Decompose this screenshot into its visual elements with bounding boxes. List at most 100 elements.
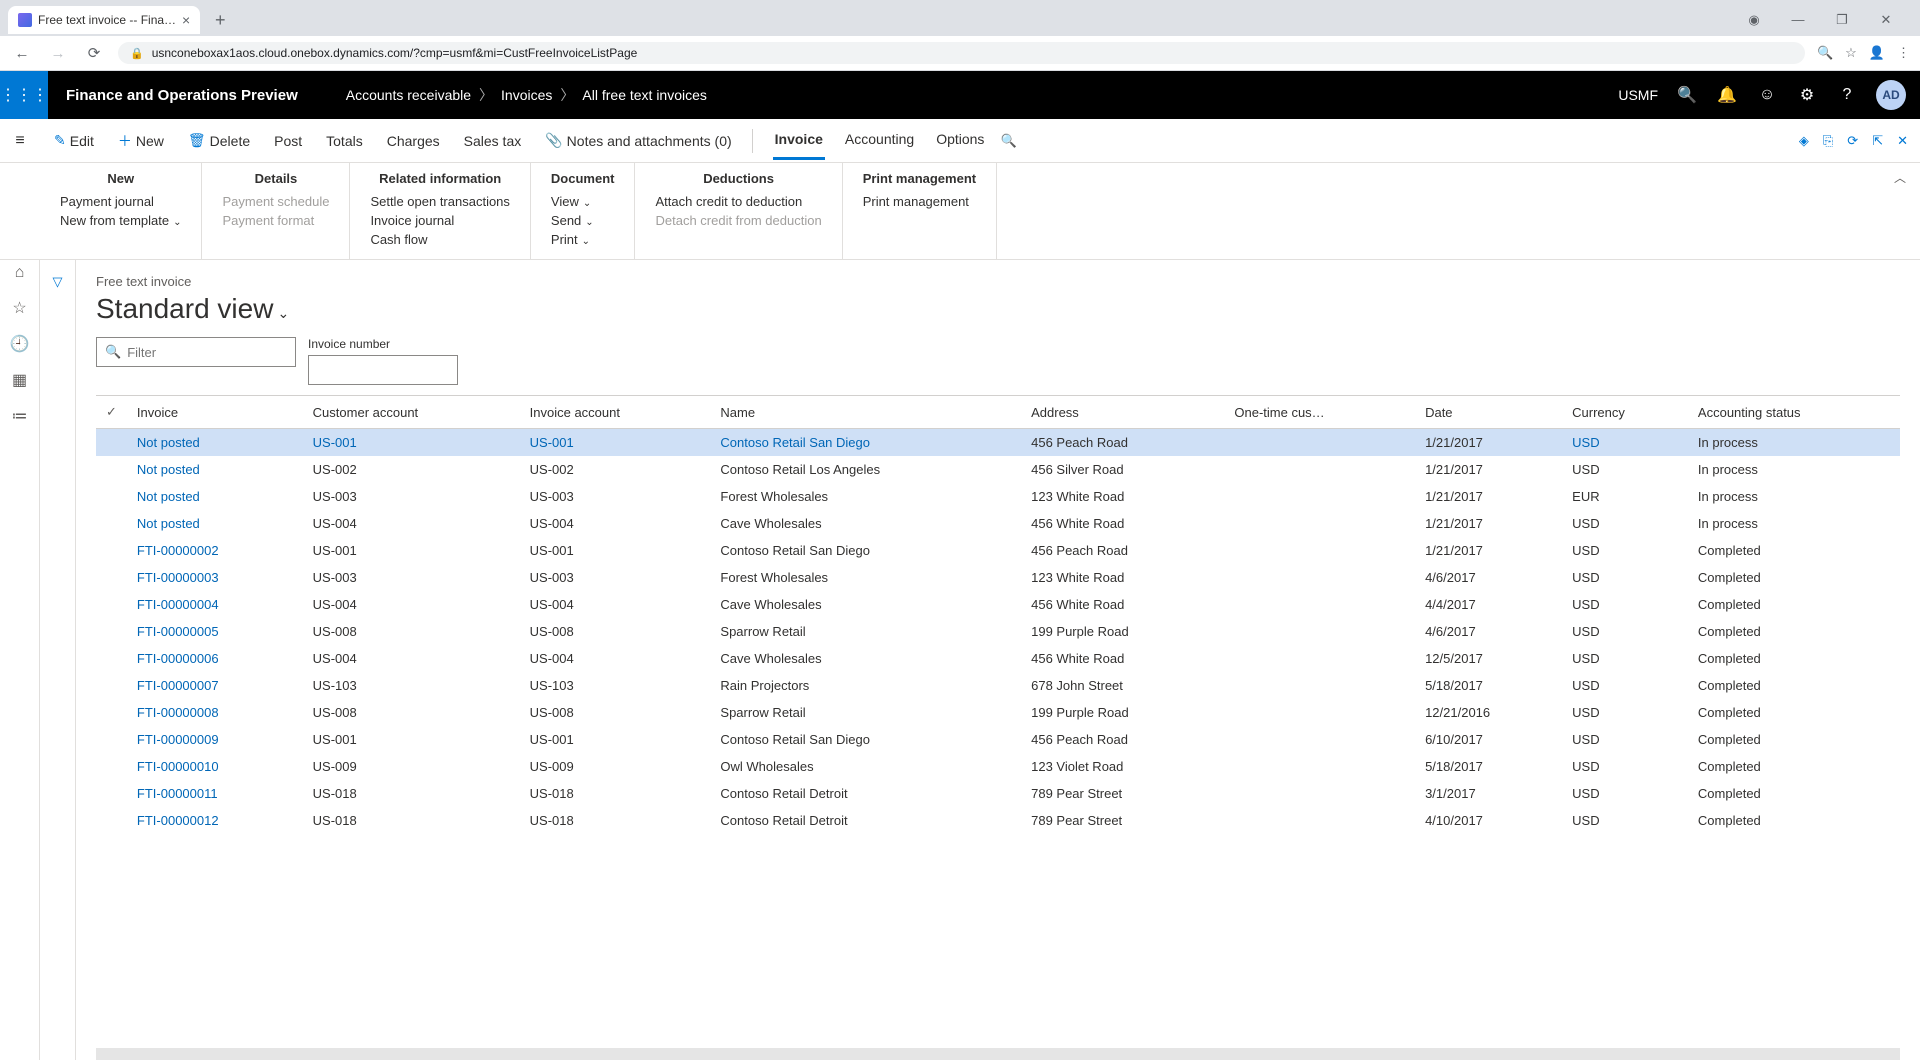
row-selector[interactable] [96,672,127,699]
cell-customer-account[interactable]: US-018 [303,780,520,807]
row-selector[interactable] [96,537,127,564]
col-address[interactable]: Address [1021,396,1224,429]
avatar[interactable]: AD [1876,80,1906,110]
col-status[interactable]: Accounting status [1688,396,1900,429]
back-icon[interactable]: ← [10,45,34,62]
cell-invoice[interactable]: FTI-00000007 [127,672,303,699]
cell-customer-account[interactable]: US-001 [303,429,520,457]
cell-invoice-account[interactable]: US-003 [520,564,711,591]
delete-button[interactable]: 🗑Delete [178,126,260,155]
notes-button[interactable]: 📎Notes and attachments (0) [535,126,741,155]
help-icon[interactable]: ? [1836,86,1858,104]
cash-flow-link[interactable]: Cash flow [370,230,509,249]
table-row[interactable]: FTI-00000006US-004US-004Cave Wholesales4… [96,645,1900,672]
settle-open-link[interactable]: Settle open transactions [370,192,509,211]
print-mgmt-link[interactable]: Print management [863,192,976,211]
crumb-1[interactable]: Accounts receivable [346,87,471,103]
cell-name[interactable]: Forest Wholesales [710,564,1021,591]
cell-invoice-account[interactable]: US-004 [520,510,711,537]
cell-invoice[interactable]: Not posted [127,456,303,483]
cell-name[interactable]: Rain Projectors [710,672,1021,699]
new-from-template-link[interactable]: New from template⌄ [60,211,181,230]
table-row[interactable]: FTI-00000005US-008US-008Sparrow Retail19… [96,618,1900,645]
table-row[interactable]: FTI-00000002US-001US-001Contoso Retail S… [96,537,1900,564]
gear-icon[interactable]: ⚙ [1796,85,1818,105]
cell-invoice-account[interactable]: US-018 [520,780,711,807]
cell-invoice-account[interactable]: US-002 [520,456,711,483]
cell-invoice[interactable]: FTI-00000003 [127,564,303,591]
cell-customer-account[interactable]: US-103 [303,672,520,699]
cell-customer-account[interactable]: US-009 [303,753,520,780]
cell-name[interactable]: Contoso Retail Detroit [710,807,1021,834]
action-search-icon[interactable]: 🔍 [1000,133,1016,149]
cell-invoice-account[interactable]: US-008 [520,618,711,645]
charges-button[interactable]: Charges [377,127,450,155]
send-link[interactable]: Send⌄ [551,211,615,230]
table-row[interactable]: FTI-00000008US-008US-008Sparrow Retail19… [96,699,1900,726]
totals-button[interactable]: Totals [316,127,373,155]
cell-name[interactable]: Contoso Retail San Diego [710,537,1021,564]
cell-currency[interactable]: USD [1562,429,1688,457]
cell-invoice[interactable]: FTI-00000005 [127,618,303,645]
filter-field[interactable] [127,345,287,360]
zoom-icon[interactable]: 🔍 [1817,45,1833,61]
row-selector[interactable] [96,510,127,537]
cell-invoice[interactable]: FTI-00000010 [127,753,303,780]
row-selector[interactable] [96,618,127,645]
cell-invoice-account[interactable]: US-008 [520,699,711,726]
smiley-icon[interactable]: ☺ [1756,86,1778,104]
refresh-icon[interactable]: ⟳ [1847,133,1858,149]
cell-currency[interactable]: USD [1562,726,1688,753]
cell-currency[interactable]: USD [1562,753,1688,780]
cell-invoice-account[interactable]: US-004 [520,591,711,618]
cell-customer-account[interactable]: US-001 [303,537,520,564]
cell-invoice[interactable]: FTI-00000011 [127,780,303,807]
cell-invoice-account[interactable]: US-001 [520,537,711,564]
cell-customer-account[interactable]: US-018 [303,807,520,834]
cell-invoice[interactable]: FTI-00000008 [127,699,303,726]
kebab-icon[interactable]: ⋮ [1897,45,1910,61]
cell-customer-account[interactable]: US-004 [303,510,520,537]
cell-invoice-account[interactable]: US-004 [520,645,711,672]
cell-invoice[interactable]: FTI-00000002 [127,537,303,564]
table-row[interactable]: Not postedUS-002US-002Contoso Retail Los… [96,456,1900,483]
cell-name[interactable]: Contoso Retail San Diego [710,429,1021,457]
col-customer-account[interactable]: Customer account [303,396,520,429]
favorites-icon[interactable]: ☆ [12,298,26,318]
star-icon[interactable]: ☆ [1845,45,1857,61]
row-selector[interactable] [96,564,127,591]
modules-icon[interactable]: ≔ [12,406,28,426]
funnel-icon[interactable]: ▽ [53,274,63,1060]
col-date[interactable]: Date [1415,396,1562,429]
close-window-icon[interactable]: ✕ [1872,12,1900,28]
cell-currency[interactable]: USD [1562,780,1688,807]
bell-icon[interactable]: 🔔 [1716,85,1738,105]
col-invoice-account[interactable]: Invoice account [520,396,711,429]
salestax-button[interactable]: Sales tax [454,127,532,155]
cell-invoice-account[interactable]: US-018 [520,807,711,834]
row-selector[interactable] [96,780,127,807]
table-row[interactable]: Not postedUS-001US-001Contoso Retail San… [96,429,1900,457]
cell-invoice-account[interactable]: US-009 [520,753,711,780]
row-selector[interactable] [96,753,127,780]
home-icon[interactable]: ⌂ [15,264,25,282]
cell-invoice[interactable]: FTI-00000012 [127,807,303,834]
close-pane-icon[interactable]: ✕ [1897,133,1908,149]
col-currency[interactable]: Currency [1562,396,1688,429]
cell-customer-account[interactable]: US-003 [303,564,520,591]
hamburger-icon[interactable]: ≡ [15,132,24,150]
table-row[interactable]: FTI-00000003US-003US-003Forest Wholesale… [96,564,1900,591]
cell-currency[interactable]: USD [1562,591,1688,618]
app-launcher-icon[interactable]: ⋮⋮⋮ [0,71,48,119]
print-link[interactable]: Print⌄ [551,230,615,249]
cell-invoice[interactable]: FTI-00000004 [127,591,303,618]
row-selector[interactable] [96,591,127,618]
cell-name[interactable]: Contoso Retail Los Angeles [710,456,1021,483]
attach-credit-link[interactable]: Attach credit to deduction [655,192,821,211]
post-button[interactable]: Post [264,127,312,155]
forward-icon[interactable]: → [46,45,70,62]
cell-currency[interactable]: USD [1562,699,1688,726]
table-row[interactable]: FTI-00000012US-018US-018Contoso Retail D… [96,807,1900,834]
workspaces-icon[interactable]: ▦ [12,370,27,390]
cell-name[interactable]: Owl Wholesales [710,753,1021,780]
